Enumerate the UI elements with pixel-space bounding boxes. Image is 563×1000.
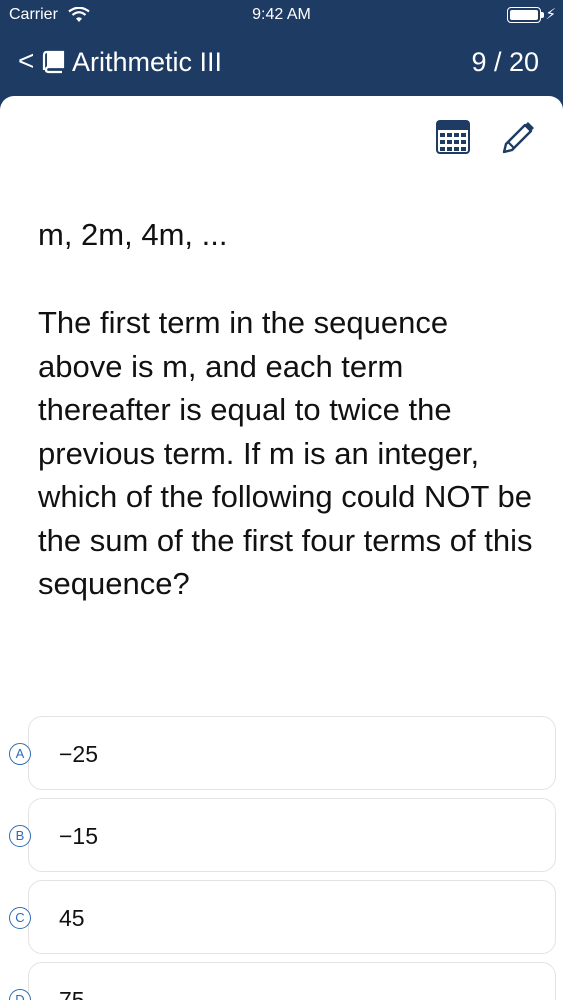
status-bar: Carrier 9:42 AM ⚡︎ <box>0 0 563 30</box>
battery-icon <box>507 7 541 23</box>
option-letter-a: A <box>9 743 31 765</box>
question-counter: 9 / 20 <box>471 47 539 77</box>
clock: 9:42 AM <box>252 6 311 23</box>
charging-icon: ⚡︎ <box>545 6 556 23</box>
option-value-b: −15 <box>59 823 99 849</box>
question-card: m, 2m, 4m, ... The first term in the seq… <box>0 96 563 1000</box>
answer-option-b[interactable]: B −15 <box>9 798 556 872</box>
sequence-text: m, 2m, 4m, ... <box>38 217 228 252</box>
option-letter-c: C <box>9 907 31 929</box>
calculator-icon[interactable] <box>436 120 470 154</box>
nav-bar: < Arithmetic III 9 / 20 <box>0 30 563 96</box>
back-button[interactable]: < <box>18 44 34 78</box>
answer-option-c[interactable]: C 45 <box>9 880 556 954</box>
option-value-c: 45 <box>59 905 85 931</box>
option-value-d: 75 <box>59 987 85 1000</box>
answer-option-a[interactable]: A −25 <box>9 716 556 790</box>
pencil-icon[interactable] <box>500 120 536 156</box>
page-title: Arithmetic III <box>72 47 223 77</box>
option-letter-b: B <box>9 825 31 847</box>
answer-option-d[interactable]: D 75 <box>9 962 556 1000</box>
book-icon <box>42 50 65 74</box>
question-text: The first term in the sequence above is … <box>38 305 533 601</box>
battery-tip <box>541 12 544 18</box>
option-letter-d: D <box>9 989 31 1000</box>
option-value-a: −25 <box>59 741 99 767</box>
